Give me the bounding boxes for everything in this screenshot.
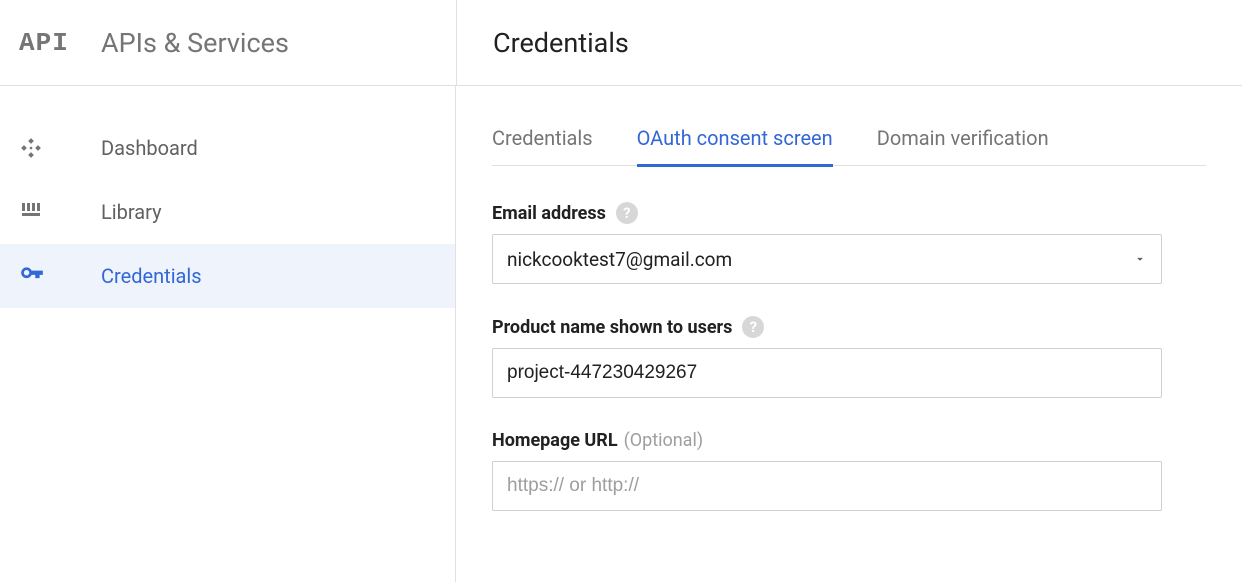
key-icon	[19, 263, 79, 289]
dashboard-icon	[19, 136, 79, 160]
email-address-label: Email address	[492, 203, 606, 224]
product-name-input[interactable]	[507, 349, 1147, 397]
library-icon	[19, 200, 79, 224]
sidebar: Dashboard Library	[0, 86, 456, 582]
sidebar-item-credentials[interactable]: Credentials	[0, 244, 455, 308]
homepage-url-label: Homepage URL	[492, 430, 618, 451]
api-logo: API	[19, 28, 79, 58]
sidebar-item-library[interactable]: Library	[0, 180, 455, 244]
optional-label: (Optional)	[624, 430, 704, 451]
caret-down-icon	[1133, 248, 1147, 271]
sidebar-item-label: Dashboard	[101, 136, 198, 160]
tab-oauth-consent-screen[interactable]: OAuth consent screen	[637, 116, 833, 167]
tab-domain-verification[interactable]: Domain verification	[877, 116, 1049, 167]
page-title: Credentials	[493, 27, 629, 59]
section-title: APIs & Services	[101, 27, 289, 59]
product-name-label: Product name shown to users	[492, 317, 732, 338]
email-address-select[interactable]: nickcooktest7@gmail.com	[492, 234, 1162, 284]
help-icon[interactable]: ?	[742, 316, 764, 338]
sidebar-item-dashboard[interactable]: Dashboard	[0, 116, 455, 180]
sidebar-item-label: Library	[101, 200, 162, 224]
homepage-url-input[interactable]	[507, 462, 1147, 510]
help-icon[interactable]: ?	[616, 202, 638, 224]
sidebar-item-label: Credentials	[101, 264, 202, 288]
email-address-value: nickcooktest7@gmail.com	[507, 248, 732, 271]
main-content: Credentials OAuth consent screen Domain …	[456, 86, 1242, 582]
tab-credentials[interactable]: Credentials	[492, 116, 593, 167]
tabs: Credentials OAuth consent screen Domain …	[492, 116, 1206, 166]
